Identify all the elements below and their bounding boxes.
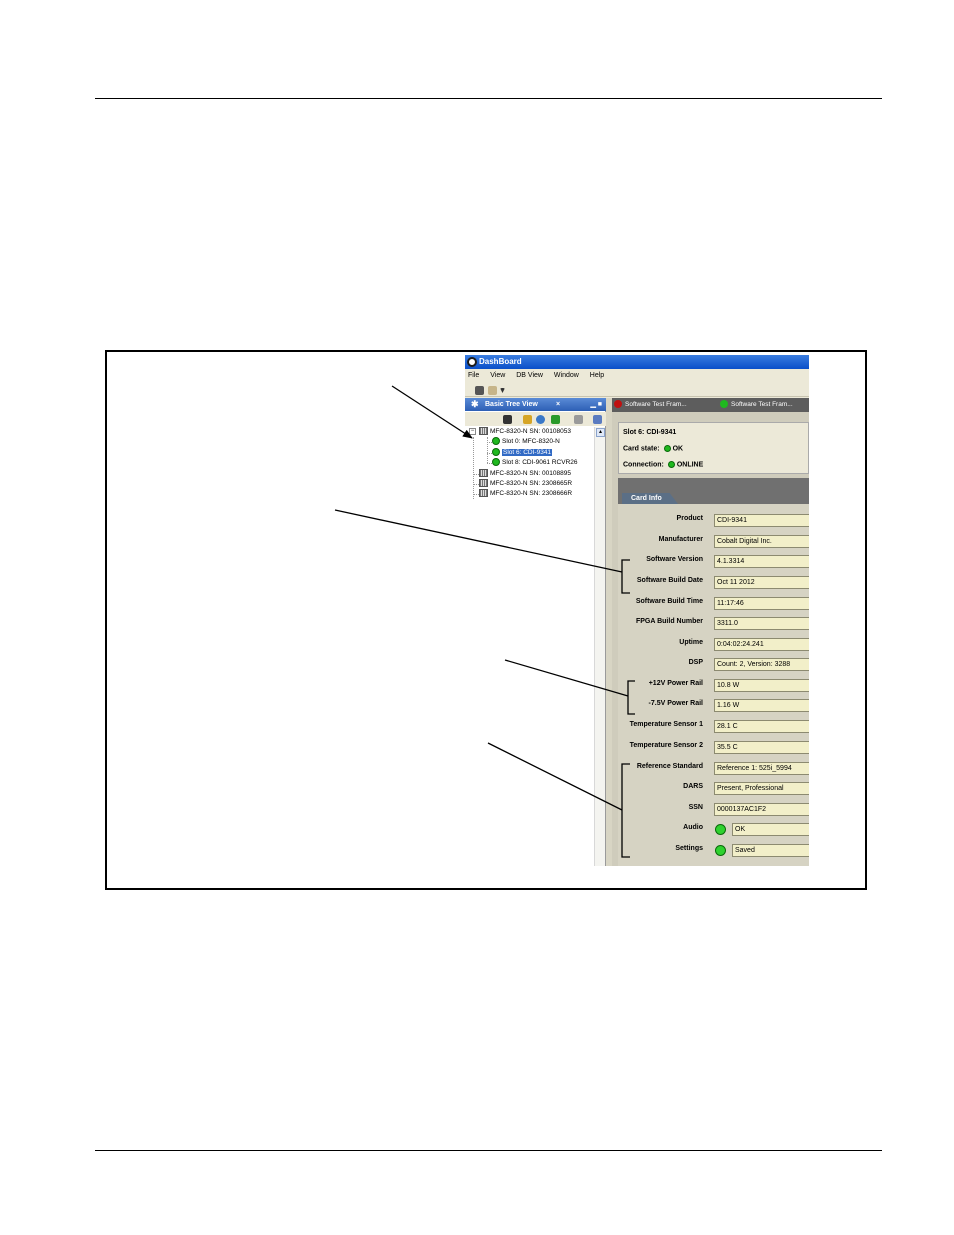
tree-callout-arrow	[391, 385, 473, 439]
power-callout-line	[504, 659, 629, 697]
callout-overlay	[334, 385, 635, 858]
status-callout-line	[487, 742, 623, 811]
software-bracket	[621, 559, 630, 594]
power-bracket	[627, 680, 635, 715]
software-callout-line	[334, 509, 623, 573]
status-bracket	[621, 763, 630, 858]
